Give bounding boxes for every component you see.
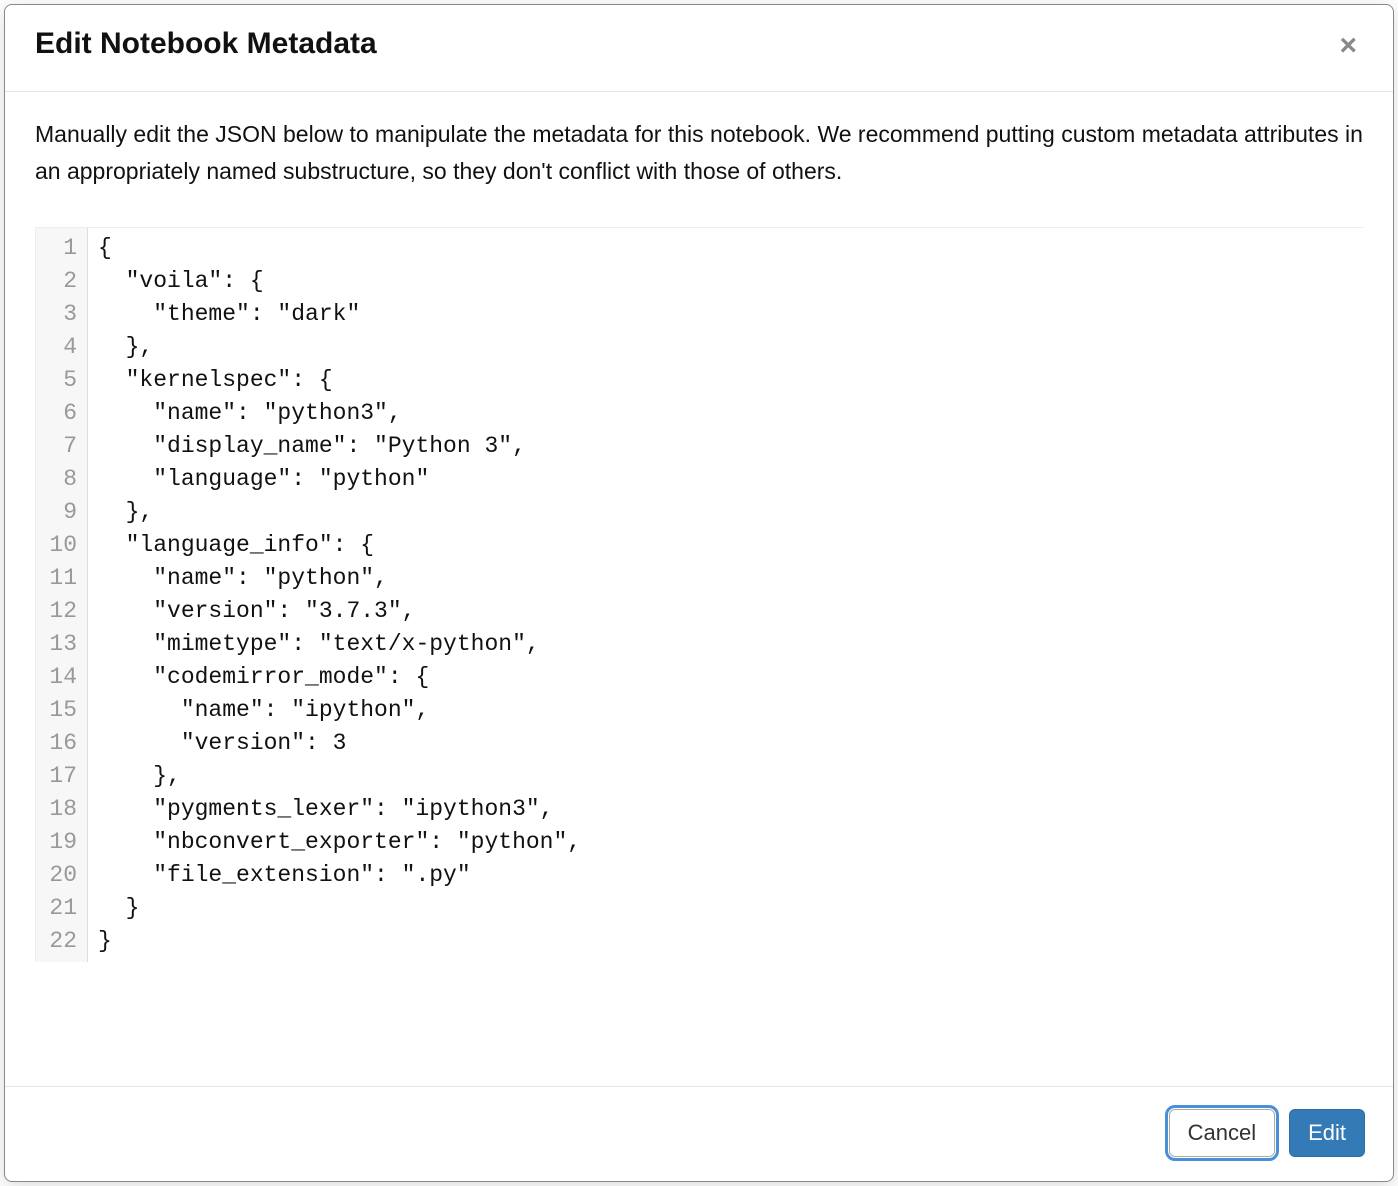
line-number: 11	[44, 562, 77, 595]
line-number: 8	[44, 463, 77, 496]
line-number: 3	[44, 298, 77, 331]
json-editor[interactable]: 12345678910111213141516171819202122 { "v…	[35, 227, 1363, 962]
line-number: 18	[44, 793, 77, 826]
line-number: 1	[44, 232, 77, 265]
line-number: 5	[44, 364, 77, 397]
cancel-button[interactable]: Cancel	[1169, 1109, 1275, 1157]
line-number: 20	[44, 859, 77, 892]
line-number: 13	[44, 628, 77, 661]
line-number: 12	[44, 595, 77, 628]
close-icon[interactable]: ×	[1333, 27, 1363, 65]
line-number-gutter: 12345678910111213141516171819202122	[36, 228, 88, 962]
dialog-header: Edit Notebook Metadata ×	[5, 5, 1393, 92]
edit-button[interactable]: Edit	[1289, 1109, 1365, 1157]
line-number: 14	[44, 661, 77, 694]
line-number: 21	[44, 892, 77, 925]
json-editor-content[interactable]: { "voila": { "theme": "dark" }, "kernels…	[88, 228, 1363, 962]
line-number: 22	[44, 925, 77, 958]
line-number: 19	[44, 826, 77, 859]
dialog-body: Manually edit the JSON below to manipula…	[5, 92, 1393, 1086]
dialog-footer: Cancel Edit	[5, 1086, 1393, 1181]
line-number: 16	[44, 727, 77, 760]
line-number: 2	[44, 265, 77, 298]
line-number: 15	[44, 694, 77, 727]
line-number: 7	[44, 430, 77, 463]
line-number: 6	[44, 397, 77, 430]
line-number: 10	[44, 529, 77, 562]
line-number: 17	[44, 760, 77, 793]
instruction-text: Manually edit the JSON below to manipula…	[35, 116, 1363, 191]
edit-metadata-dialog: Edit Notebook Metadata × Manually edit t…	[4, 4, 1394, 1182]
line-number: 9	[44, 496, 77, 529]
dialog-title: Edit Notebook Metadata	[35, 27, 377, 61]
line-number: 4	[44, 331, 77, 364]
